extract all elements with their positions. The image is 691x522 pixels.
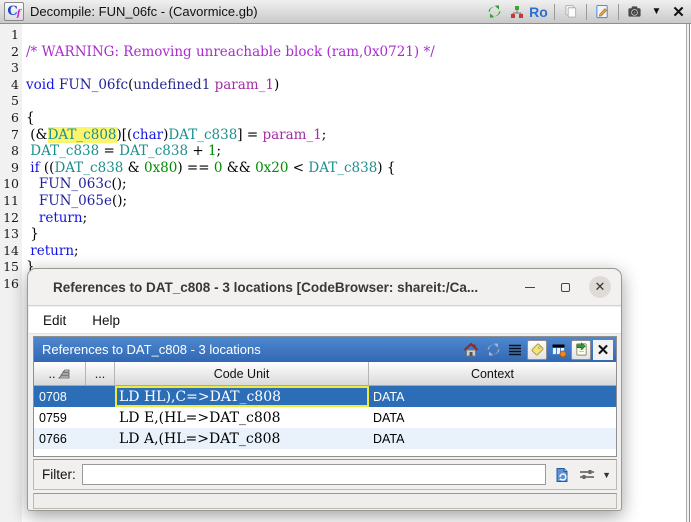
- column-header-context[interactable]: Context: [369, 362, 616, 385]
- refresh-icon[interactable]: [483, 340, 503, 360]
- table-row[interactable]: 0759 LD E,(HL=>DAT_c808 DATA: [34, 407, 616, 428]
- code-line[interactable]: (&DAT_c808)[(char)DAT_c838] = param_1;: [26, 126, 685, 144]
- maximize-button[interactable]: [554, 276, 576, 298]
- address-cell[interactable]: 0766: [34, 428, 86, 449]
- line-number: 11: [3, 192, 19, 208]
- table-settings-icon[interactable]: [549, 340, 569, 360]
- table-header-row: .. ... Code Unit Context: [34, 362, 616, 386]
- dialog-title: References to DAT_c808 - 3 locations [Co…: [53, 279, 479, 295]
- close-icon[interactable]: ✕: [670, 3, 687, 21]
- decompiler-window: Cf Decompile: FUN_06fc - (Cavormice.gb) …: [0, 0, 691, 522]
- refresh-icon[interactable]: [486, 3, 503, 20]
- ro-button[interactable]: Ro: [529, 3, 548, 20]
- line-number: 10: [3, 176, 19, 192]
- column-header-marker[interactable]: ...: [86, 362, 115, 385]
- line-number-gutter: 1 2 3 4 5 6 7 8 9 10 11 12 13 14 15 16: [0, 24, 22, 522]
- tag-icon[interactable]: [527, 339, 547, 360]
- code-line[interactable]: }: [26, 226, 685, 243]
- close-icon: ✕: [594, 279, 606, 294]
- line-number: 14: [3, 242, 19, 258]
- copy-icon[interactable]: [562, 3, 579, 20]
- line-number: 2: [11, 43, 19, 59]
- code-line[interactable]: return;: [26, 210, 685, 227]
- code-line[interactable]: [26, 93, 685, 110]
- filter-options-chevron-icon[interactable]: ▼: [602, 470, 611, 480]
- code-line[interactable]: void FUN_06fc(undefined1 param_1): [26, 77, 685, 94]
- marker-cell[interactable]: [86, 407, 115, 428]
- marker-cell[interactable]: [86, 428, 115, 449]
- line-number: 13: [3, 226, 19, 242]
- references-table-body: 0708 LD HL),C=>DAT_c808 DATA 0759 LD E,(HL=>…: [34, 386, 616, 449]
- panel-header[interactable]: References to DAT_c808 - 3 locations ✕: [34, 337, 616, 362]
- panel-title: References to DAT_c808 - 3 locations: [42, 342, 261, 357]
- snapshot-camera-icon[interactable]: [626, 3, 643, 20]
- column-header-code-unit[interactable]: Code Unit: [115, 362, 369, 385]
- line-number: 9: [11, 159, 19, 175]
- code-line[interactable]: FUN_065e();: [26, 193, 685, 210]
- line-number: 15: [3, 259, 19, 275]
- graph-icon[interactable]: [508, 3, 525, 20]
- menu-help[interactable]: Help: [92, 313, 120, 328]
- minimize-icon: [525, 286, 535, 288]
- dialog-titlebar[interactable]: References to DAT_c808 - 3 locations [Co…: [28, 269, 621, 306]
- code-line[interactable]: {: [26, 110, 685, 127]
- make-selection-icon[interactable]: [571, 339, 591, 360]
- context-cell[interactable]: DATA: [369, 428, 616, 449]
- decompiler-titlebar: Cf Decompile: FUN_06fc - (Cavormice.gb) …: [0, 0, 691, 24]
- code-line[interactable]: /* WARNING: Removing unreachable block (…: [26, 44, 685, 61]
- filter-label: Filter:: [42, 467, 76, 482]
- window-title: Decompile: FUN_06fc - (Cavormice.gb): [30, 4, 258, 19]
- address-cell[interactable]: 0759: [34, 407, 86, 428]
- sort-icon: [58, 369, 70, 379]
- references-panel: References to DAT_c808 - 3 locations ✕ .…: [33, 336, 617, 457]
- toolbar-separator: [586, 3, 587, 20]
- filter-options-icon[interactable]: [577, 465, 596, 484]
- window-right-border: [685, 24, 691, 522]
- decompiler-icon-sub: f: [16, 8, 21, 19]
- close-button[interactable]: ✕: [589, 276, 611, 298]
- panel-close-icon[interactable]: ✕: [593, 339, 613, 360]
- line-number: 1: [11, 27, 19, 42]
- line-number: 6: [11, 109, 19, 125]
- line-number: 3: [11, 60, 19, 76]
- code-line[interactable]: FUN_063c();: [26, 176, 685, 193]
- clear-filter-icon[interactable]: [552, 465, 571, 484]
- line-number: 4: [11, 76, 19, 92]
- code-line[interactable]: if ((DAT_c838 & 0x80) == 0 && 0x20 < DAT…: [26, 160, 685, 177]
- context-cell[interactable]: DATA: [369, 407, 616, 428]
- line-number: 5: [11, 93, 19, 109]
- line-number: 8: [11, 143, 19, 159]
- filter-panel: Filter: ▼: [33, 459, 617, 490]
- table-row[interactable]: 0766 LD A,(HL=>DAT_c808 DATA: [34, 428, 616, 449]
- line-number: 7: [11, 126, 19, 142]
- column-header-address[interactable]: ..: [34, 362, 86, 385]
- menu-edit[interactable]: Edit: [43, 313, 66, 328]
- code-unit-cell[interactable]: LD HL),C=>DAT_c808: [115, 386, 369, 407]
- edit-icon[interactable]: [594, 3, 611, 20]
- address-cell[interactable]: 0708: [34, 386, 86, 407]
- code-line[interactable]: return;: [26, 243, 685, 260]
- references-dialog: References to DAT_c808 - 3 locations [Co…: [27, 268, 622, 511]
- code-unit-cell[interactable]: LD E,(HL=>DAT_c808: [115, 407, 369, 428]
- line-number: 12: [3, 209, 19, 225]
- code-unit-cell[interactable]: LD A,(HL=>DAT_c808: [115, 428, 369, 449]
- maximize-icon: [560, 282, 570, 292]
- context-cell[interactable]: DATA: [369, 386, 616, 407]
- code-line[interactable]: [26, 60, 685, 77]
- toolbar-separator: [618, 3, 619, 20]
- table-row[interactable]: 0708 LD HL),C=>DAT_c808 DATA: [34, 386, 616, 407]
- toolbar-separator: [554, 3, 555, 20]
- code-line[interactable]: DAT_c838 = DAT_c838 + 1;: [26, 143, 685, 160]
- filter-input[interactable]: [81, 464, 547, 485]
- marker-cell[interactable]: [86, 386, 115, 407]
- dialog-menubar: Edit Help: [29, 307, 621, 334]
- code-line[interactable]: [26, 27, 685, 44]
- decompiler-icon[interactable]: Cf: [4, 2, 24, 21]
- home-icon[interactable]: [461, 340, 481, 360]
- dialog-status-bar: [33, 493, 617, 509]
- list-menu-icon[interactable]: [505, 340, 525, 360]
- chevron-down-icon[interactable]: ▼: [648, 3, 665, 20]
- line-number: 16: [3, 275, 19, 291]
- minimize-button[interactable]: [519, 276, 541, 298]
